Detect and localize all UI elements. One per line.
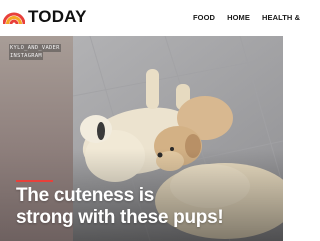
- today-logo[interactable]: TODAY: [3, 8, 87, 26]
- headline-line-2: strong with these pups!: [16, 207, 224, 228]
- rainbow-logo-icon: [3, 12, 25, 25]
- top-nav: FOOD HOME HEALTH &: [193, 13, 312, 22]
- credit-handle: KYLO_AND_VADER: [9, 44, 61, 52]
- credit-source: INSTAGRAM: [9, 52, 43, 60]
- headline[interactable]: The cuteness is strong with these pups!: [16, 185, 266, 229]
- nav-item-food[interactable]: FOOD: [193, 13, 215, 22]
- nav-item-home[interactable]: HOME: [227, 13, 250, 22]
- hero-story[interactable]: KYLO_AND_VADER INSTAGRAM The cuteness is…: [0, 36, 283, 241]
- nav-item-health[interactable]: HEALTH &: [262, 13, 300, 22]
- accent-rule: [16, 180, 53, 182]
- photo-credit: KYLO_AND_VADER INSTAGRAM: [9, 44, 61, 60]
- headline-line-1: The cuteness is: [16, 185, 155, 206]
- site-header: TODAY FOOD HOME HEALTH &: [0, 0, 300, 36]
- logo-text: TODAY: [28, 7, 87, 26]
